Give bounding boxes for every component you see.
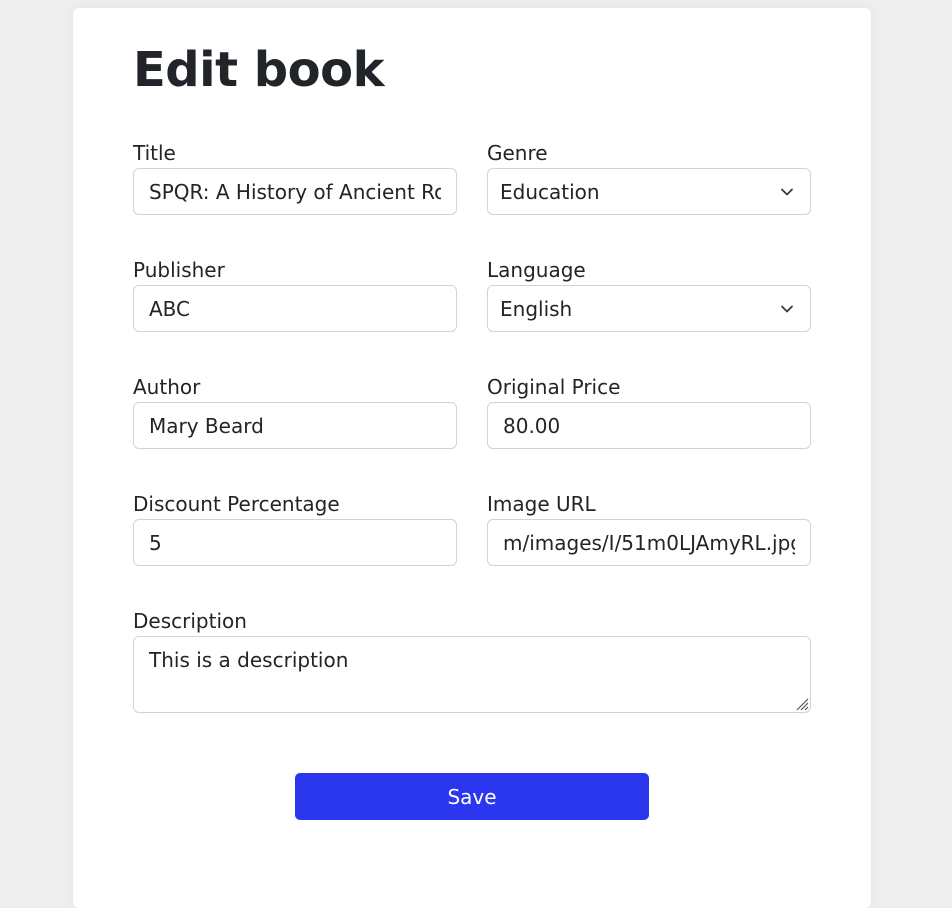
- image-url-label: Image URL: [487, 492, 596, 516]
- title-field-group: Title SPQR: A History of Ancient Rome: [133, 141, 457, 215]
- title-label: Title: [133, 141, 176, 165]
- genre-select[interactable]: Education: [487, 168, 811, 215]
- genre-label: Genre: [487, 141, 548, 165]
- original-price-input[interactable]: 80.00: [487, 402, 811, 449]
- chevron-down-icon: [781, 188, 793, 195]
- author-label: Author: [133, 375, 201, 399]
- publisher-label: Publisher: [133, 258, 225, 282]
- genre-select-value: Education: [500, 179, 600, 204]
- genre-field-group: Genre Education: [487, 141, 811, 215]
- description-textarea[interactable]: This is a description: [133, 636, 811, 713]
- author-field-group: Author Mary Beard: [133, 375, 457, 449]
- description-field-group: Description This is a description: [133, 609, 811, 713]
- resize-handle-icon[interactable]: [793, 695, 809, 711]
- description-textarea-value: This is a description: [149, 648, 349, 672]
- author-input-value: Mary Beard: [149, 413, 264, 438]
- save-button[interactable]: Save: [295, 773, 649, 820]
- chevron-down-icon: [781, 305, 793, 312]
- title-input[interactable]: SPQR: A History of Ancient Rome: [133, 168, 457, 215]
- publisher-input-value: ABC: [149, 296, 191, 321]
- author-input[interactable]: Mary Beard: [133, 402, 457, 449]
- discount-percentage-label: Discount Percentage: [133, 492, 340, 516]
- image-url-input[interactable]: m/images/I/51m0LJAmyRL.jpg: [487, 519, 811, 566]
- discount-percentage-input-value: 5: [149, 530, 162, 555]
- description-label: Description: [133, 609, 247, 633]
- original-price-label: Original Price: [487, 375, 621, 399]
- publisher-field-group: Publisher ABC: [133, 258, 457, 332]
- original-price-field-group: Original Price 80.00: [487, 375, 811, 449]
- original-price-input-value: 80.00: [503, 413, 561, 438]
- language-select[interactable]: English: [487, 285, 811, 332]
- discount-percentage-input[interactable]: 5: [133, 519, 457, 566]
- discount-percentage-field-group: Discount Percentage 5: [133, 492, 457, 566]
- page-title: Edit book: [133, 42, 385, 98]
- language-field-group: Language English: [487, 258, 811, 332]
- edit-book-card: Edit book Title SPQR: A History of Ancie…: [73, 8, 871, 908]
- title-input-value: SPQR: A History of Ancient Rome: [149, 179, 441, 204]
- image-url-field-group: Image URL m/images/I/51m0LJAmyRL.jpg: [487, 492, 811, 566]
- publisher-input[interactable]: ABC: [133, 285, 457, 332]
- image-url-input-value: m/images/I/51m0LJAmyRL.jpg: [503, 530, 795, 555]
- language-select-value: English: [500, 296, 573, 321]
- language-label: Language: [487, 258, 586, 282]
